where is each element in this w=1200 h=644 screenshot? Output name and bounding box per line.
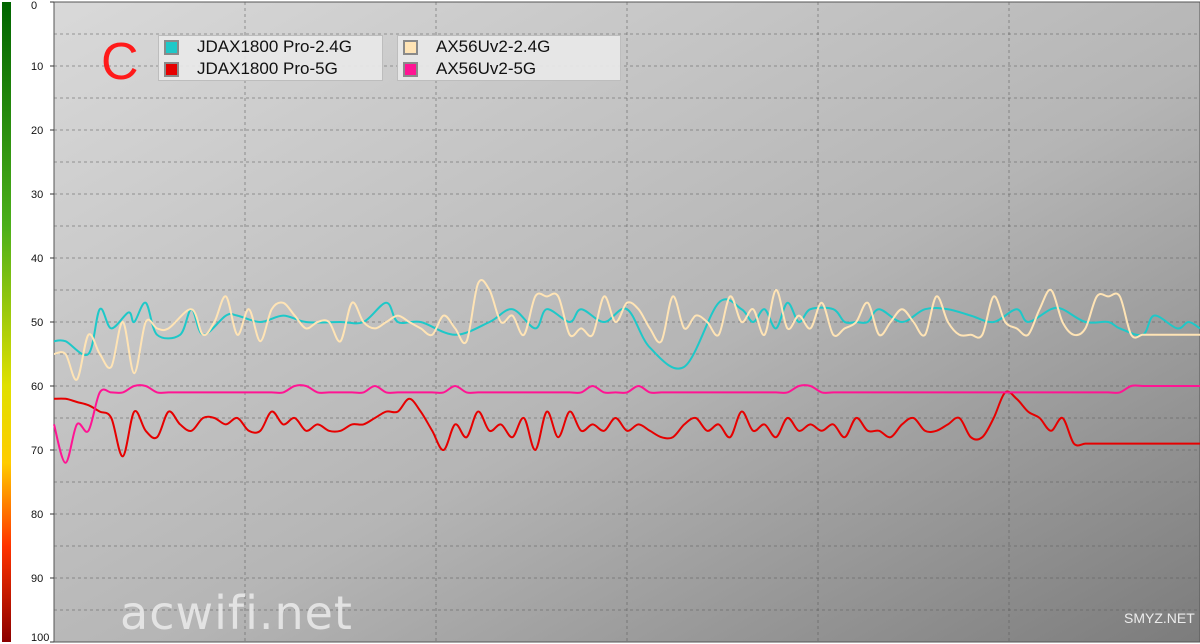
- color-scale-bar: [2, 2, 11, 642]
- chart-root: 0 10 20 30 40 50 60 70 80 90 100 C JDAX1800 Pro-2.…: [0, 0, 1200, 644]
- legend-item-jdax-24g: JDAX1800 Pro-2.4G: [159, 36, 382, 58]
- y-axis-ticks: 0 10 20 30 40 50 60 70 80 90 100: [31, 0, 54, 644]
- y-tick-label: 20: [31, 125, 43, 137]
- panel-letter: C: [101, 33, 139, 91]
- legend-label: JDAX1800 Pro-2.4G: [197, 37, 352, 56]
- legend-item-ax56-24g: AX56Uv2-2.4G: [398, 36, 620, 58]
- line-chart: 0 10 20 30 40 50 60 70 80 90 100: [2, 0, 1200, 644]
- y-tick-label: 50: [31, 317, 43, 329]
- y-tick-label: 70: [31, 445, 43, 457]
- legend-swatch-ax56-24g: [403, 39, 418, 55]
- legend-group-right: AX56Uv2-2.4G AX56Uv2-5G: [397, 35, 621, 81]
- legend-label: AX56Uv2-2.4G: [436, 37, 551, 56]
- watermark-smyz: SMYZ.NET: [1124, 610, 1195, 626]
- legend-group-left: JDAX1800 Pro-2.4G JDAX1800 Pro-5G: [158, 35, 383, 81]
- legend-swatch-ax56-5g: [403, 61, 418, 77]
- y-tick-label: 100: [31, 632, 49, 644]
- legend-swatch-jdax-5g: [164, 61, 179, 77]
- legend-label: AX56Uv2-5G: [436, 59, 537, 78]
- y-tick-label: 80: [31, 509, 43, 521]
- y-tick-label: 0: [31, 0, 37, 12]
- legend-item-ax56-5g: AX56Uv2-5G: [398, 58, 620, 80]
- y-tick-label: 10: [31, 61, 43, 73]
- y-tick-label: 60: [31, 381, 43, 393]
- legend-label: JDAX1800 Pro-5G: [197, 59, 338, 78]
- y-tick-label: 90: [31, 573, 43, 585]
- y-tick-label: 40: [31, 253, 43, 265]
- legend-swatch-jdax-24g: [164, 39, 179, 55]
- y-tick-label: 30: [31, 189, 43, 201]
- legend-item-jdax-5g: JDAX1800 Pro-5G: [159, 58, 382, 80]
- watermark-acwifi: acwifi.net: [120, 586, 353, 640]
